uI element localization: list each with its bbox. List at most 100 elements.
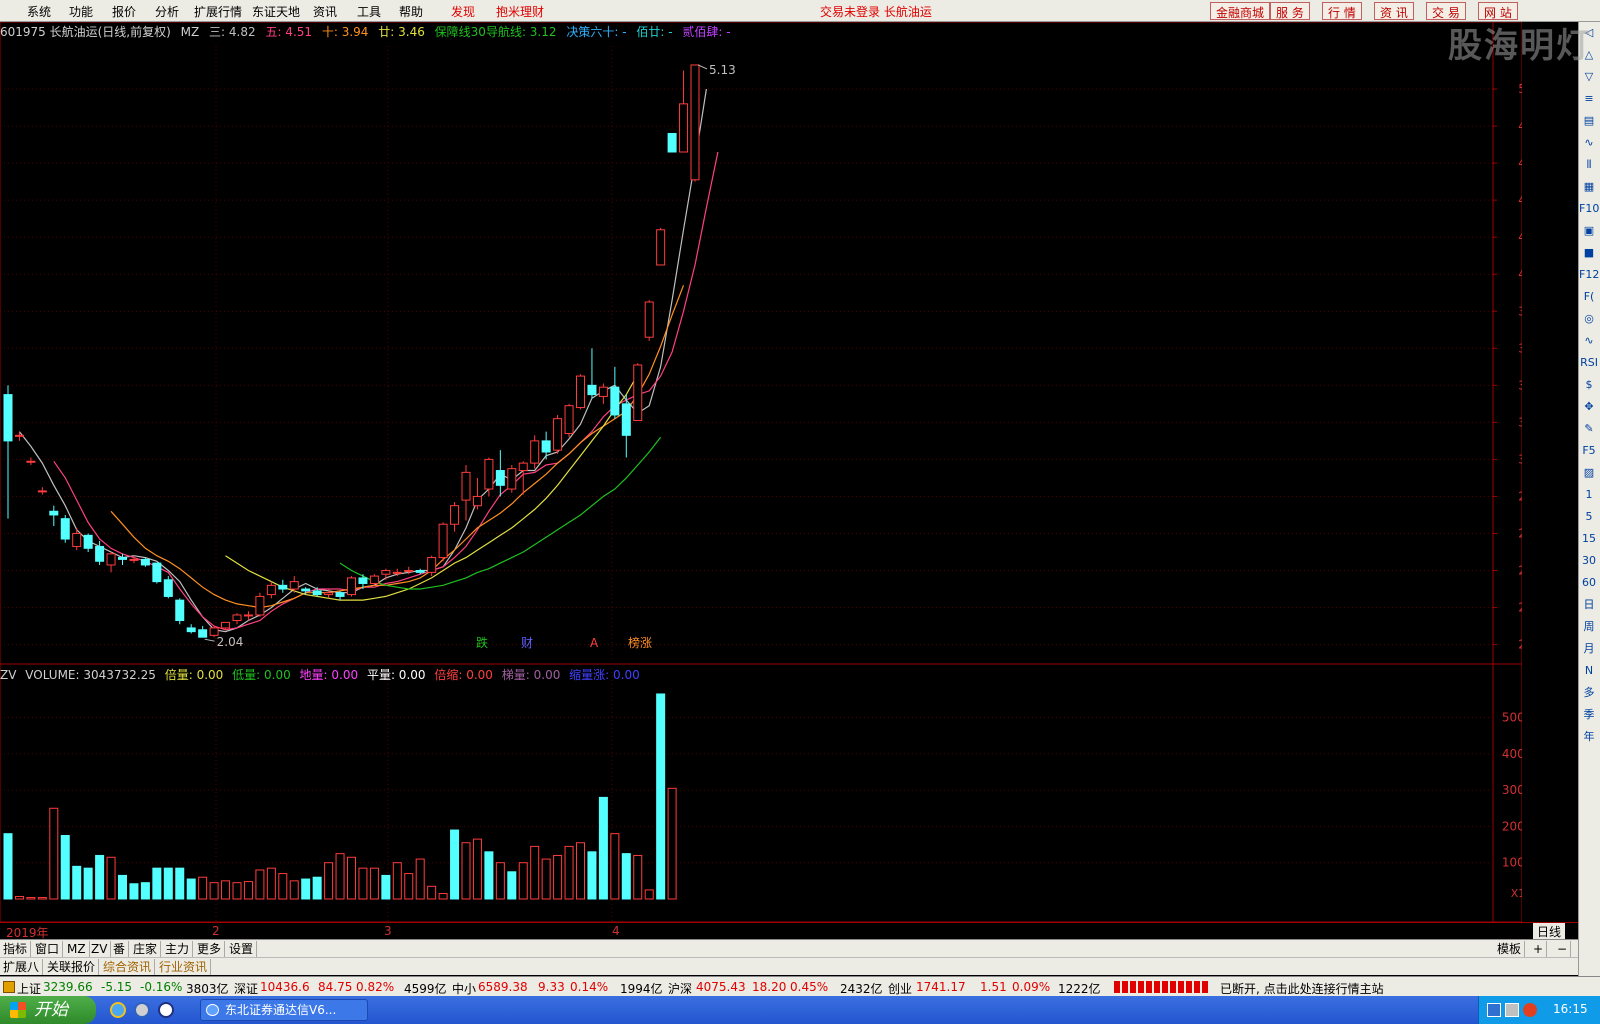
toolbar-icon-30[interactable]: 多	[1579, 682, 1599, 704]
volume-chart[interactable]: 50000 40000 30000 20000 10000 X100	[0, 664, 1522, 922]
toolbar-icon-10[interactable]: ■	[1579, 242, 1599, 264]
news-button[interactable]: 资 讯	[1374, 2, 1414, 20]
toolbar-icon-31[interactable]: 季	[1579, 704, 1599, 726]
menu-dongzheng[interactable]: 东证天地	[252, 3, 300, 20]
tab-general-news[interactable]: 综合资讯	[100, 959, 156, 975]
toolbar-icon-21[interactable]: 1	[1579, 484, 1599, 506]
tab-zhuangjia[interactable]: 庄家	[130, 941, 162, 957]
toolbar-icon-12[interactable]: F(	[1579, 286, 1599, 308]
sh-change: -5.15	[101, 980, 133, 994]
menu-help[interactable]: 帮助	[399, 3, 423, 20]
tab-mz[interactable]: MZ	[64, 941, 90, 957]
toolbar-icon-22[interactable]: 5	[1579, 506, 1599, 528]
tab-extended[interactable]: 扩展八	[0, 959, 44, 975]
menu-system[interactable]: 系统	[27, 3, 51, 20]
price-grid	[0, 22, 1522, 664]
connection-status[interactable]: 已断开, 点击此处连接行情主站	[1220, 980, 1384, 997]
cy-label[interactable]: 创业	[888, 980, 912, 997]
start-button[interactable]: 开始	[0, 996, 96, 1024]
mall-button[interactable]: 金融商城	[1210, 2, 1271, 20]
tab-zhuli[interactable]: 主力	[162, 941, 194, 957]
zx-label[interactable]: 中小	[452, 980, 476, 997]
tab-zv[interactable]: ZV	[88, 941, 112, 957]
tab-window[interactable]: 窗口	[32, 941, 64, 957]
template-button[interactable]: 模板	[1494, 941, 1526, 957]
sh-label[interactable]: 上证	[17, 980, 41, 997]
toolbar-icon-24[interactable]: 30	[1579, 550, 1599, 572]
volume-icon[interactable]	[1505, 1003, 1519, 1017]
ground-volume: 地量: 0.00	[299, 668, 359, 682]
toolbar-icon-15[interactable]: RSI	[1579, 352, 1599, 374]
volume-bar	[530, 845, 540, 900]
toolbar-icon-7[interactable]: ▦	[1579, 176, 1599, 198]
price-chart[interactable]: 5.00 4.80 4.60 4.40 4.20 4.00 3.80 3.60 3.40 3.20…	[0, 22, 1522, 664]
browser-icon[interactable]	[134, 1002, 150, 1018]
candle-body	[278, 584, 288, 590]
candle-body	[679, 103, 689, 153]
quick-launch-icon[interactable]	[158, 1002, 174, 1018]
volume-bar	[392, 862, 402, 900]
volume-bar	[427, 885, 437, 900]
toolbar-icon-25[interactable]: 60	[1579, 572, 1599, 594]
ma60-value: 决策六十: -	[566, 25, 627, 39]
period-label[interactable]: 日线	[1533, 923, 1566, 940]
volume-bar	[324, 862, 334, 900]
toolbar-icon-19[interactable]: F5	[1579, 440, 1599, 462]
time-label-apr: 4	[612, 924, 620, 938]
candle-body	[690, 64, 700, 181]
menu-tools[interactable]: 工具	[357, 3, 381, 20]
network-icon[interactable]	[1487, 1003, 1501, 1017]
menu-news[interactable]: 资讯	[313, 3, 337, 20]
toolbar-icon-18[interactable]: ✎	[1579, 418, 1599, 440]
price-tick-label: 5.00	[1518, 82, 1522, 96]
toolbar-icon-13[interactable]: ◎	[1579, 308, 1599, 330]
toolbar-icon-20[interactable]: ▨	[1579, 462, 1599, 484]
tab-industry-news[interactable]: 行业资讯	[156, 959, 212, 975]
security-icon[interactable]	[1523, 1003, 1537, 1017]
zoom-out-button[interactable]: −	[1554, 941, 1572, 957]
toolbar-icon-9[interactable]: ▣	[1579, 220, 1599, 242]
menu-extended-market[interactable]: 扩展行情	[194, 3, 242, 20]
volume-tick-label: 40000	[1502, 747, 1522, 761]
menu-baomi-finance[interactable]: 抱米理财	[496, 3, 544, 20]
menu-discover[interactable]: 发现	[451, 3, 475, 20]
tab-fan[interactable]: 番	[110, 941, 130, 957]
toolbar-icon-14[interactable]: ∿	[1579, 330, 1599, 352]
zoom-in-button[interactable]: +	[1530, 941, 1548, 957]
toolbar-icon-16[interactable]: $	[1579, 374, 1599, 396]
sz-label[interactable]: 深证	[234, 980, 258, 997]
menu-analysis[interactable]: 分析	[155, 3, 179, 20]
toolbar-icon-5[interactable]: ∿	[1579, 132, 1599, 154]
toolbar-icon-32[interactable]: 年	[1579, 726, 1599, 748]
tab-indicator[interactable]: 指标	[0, 941, 32, 957]
toolbar-icon-11[interactable]: F12	[1579, 264, 1599, 286]
menu-function[interactable]: 功能	[69, 3, 93, 20]
toolbar-icon-29[interactable]: N	[1579, 660, 1599, 682]
toolbar-icon-2[interactable]: ▽	[1579, 66, 1599, 88]
volume-indicator-name[interactable]: ZV	[0, 668, 16, 682]
toolbar-icon-4[interactable]: ▤	[1579, 110, 1599, 132]
sh-value: 3239.66	[43, 980, 93, 994]
service-button[interactable]: 服 务	[1270, 2, 1310, 20]
market-button[interactable]: 行 情	[1322, 2, 1362, 20]
toolbar-icon-23[interactable]: 15	[1579, 528, 1599, 550]
ticker-icon[interactable]	[3, 981, 15, 993]
tab-settings[interactable]: 设置	[226, 941, 258, 957]
toolbar-icon-17[interactable]: ✥	[1579, 396, 1599, 418]
tab-related-quote[interactable]: 关联报价	[44, 959, 100, 975]
taskbar-app-tdx[interactable]: 东北证券通达信V6...	[200, 999, 368, 1021]
tab-more[interactable]: 更多	[194, 941, 226, 957]
toolbar-icon-26[interactable]: 日	[1579, 594, 1599, 616]
menu-quote[interactable]: 报价	[112, 3, 136, 20]
ie-icon[interactable]	[110, 1002, 126, 1018]
indicator-name[interactable]: MZ	[181, 25, 200, 39]
toolbar-icon-28[interactable]: 月	[1579, 638, 1599, 660]
toolbar-icon-8[interactable]: F10	[1579, 198, 1599, 220]
candle-body	[175, 599, 185, 622]
hs-label[interactable]: 沪深	[668, 980, 692, 997]
toolbar-icon-3[interactable]: ≡	[1579, 88, 1599, 110]
chart-header: 601975 长航油运(日线,前复权) MZ 三: 4.82 五: 4.51 十…	[0, 23, 737, 41]
toolbar-icon-27[interactable]: 周	[1579, 616, 1599, 638]
candle-body	[576, 375, 585, 409]
toolbar-icon-6[interactable]: ⫴	[1579, 154, 1599, 176]
